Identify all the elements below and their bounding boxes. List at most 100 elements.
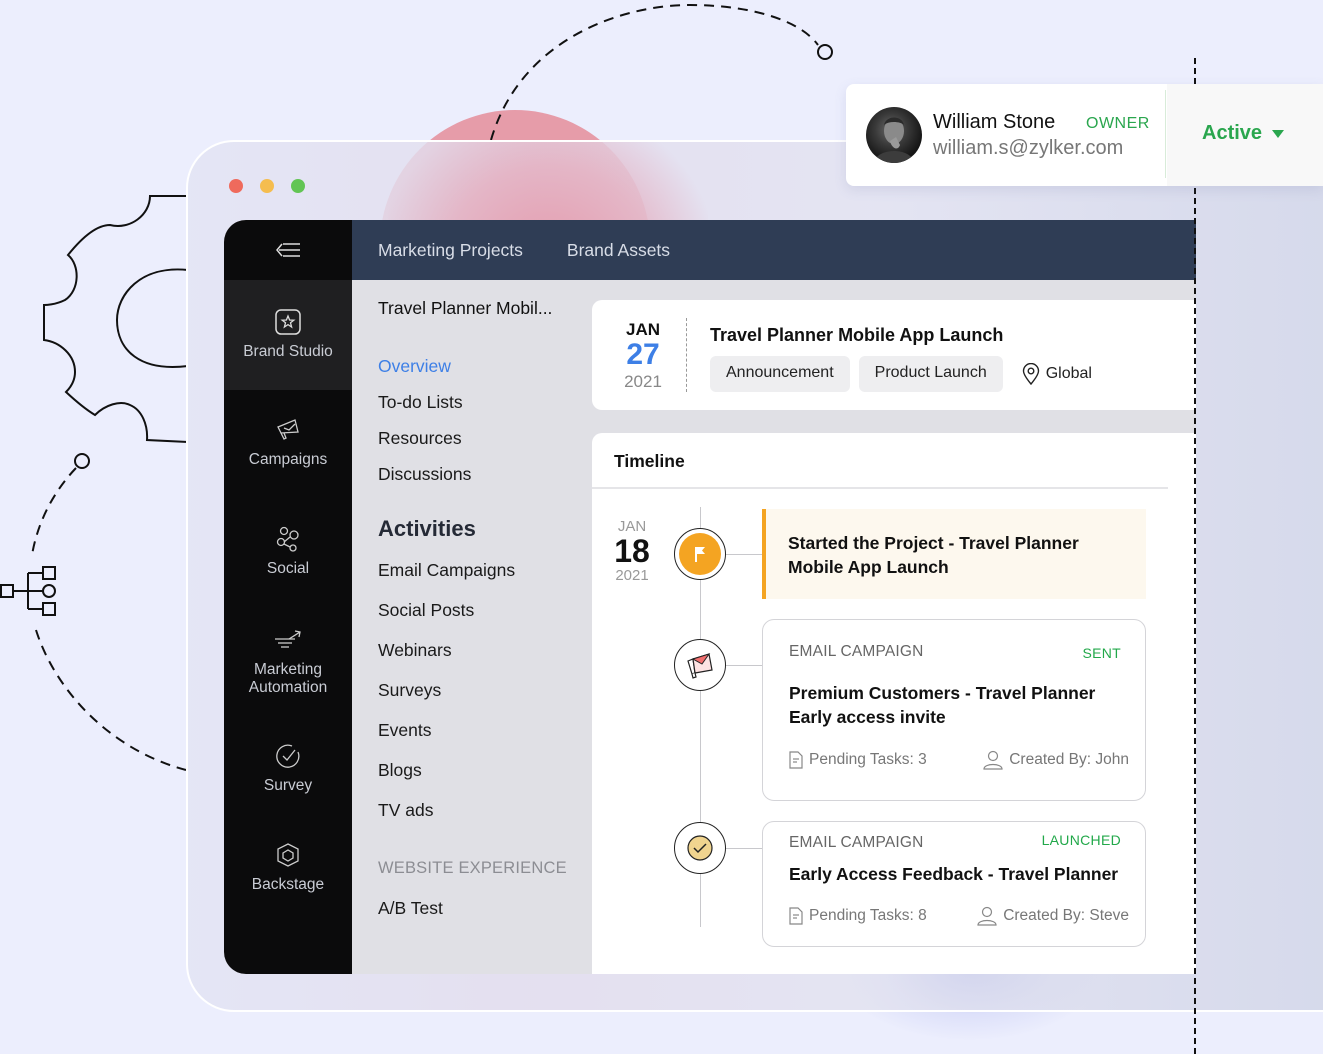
rail-item-label: Backstage: [251, 876, 325, 893]
project-name[interactable]: Travel Planner Mobil...: [378, 298, 592, 318]
subnav-item-events[interactable]: Events: [378, 710, 592, 750]
decorative-dashed-line: [1194, 58, 1196, 1054]
activities-heading: Activities: [378, 516, 476, 541]
user-icon: [983, 750, 1003, 770]
tag-product-launch[interactable]: Product Launch: [858, 356, 1003, 392]
rail-item-marketing-automation[interactable]: Marketing Automation: [224, 608, 352, 718]
campaign-meta: Pending Tasks: 3 Created By: John: [789, 750, 1129, 770]
owner-name: William Stone: [933, 111, 1056, 133]
project-title: Travel Planner Mobile App Launch: [710, 325, 1004, 345]
timeline-connector: [726, 848, 762, 849]
rail-toggle-button[interactable]: [224, 220, 352, 280]
timeline-date-day: 18: [614, 533, 650, 569]
owner-email: william.s@zylker.com: [933, 137, 1124, 159]
campaign-status-badge: SENT: [1082, 645, 1121, 661]
location-label: Global: [1045, 365, 1092, 382]
milestone-title-line2: Mobile App Launch: [788, 557, 949, 577]
window-minimize-button[interactable]: [260, 179, 274, 193]
subnav-item-ab-test[interactable]: A/B Test: [378, 888, 592, 928]
project-subnav: Travel Planner Mobil... Overview To-do L…: [352, 280, 592, 974]
project-detail: JAN 27 2021 Travel Planner Mobile App La…: [592, 280, 1196, 974]
tab-marketing-projects[interactable]: Marketing Projects: [378, 240, 523, 261]
timeline-node-milestone: [674, 528, 726, 580]
created-by: Created By: Steve: [977, 906, 1129, 926]
avatar: [866, 107, 922, 163]
subnav-item-social-posts[interactable]: Social Posts: [378, 590, 592, 630]
date-divider: [686, 318, 687, 392]
subnav-item-overview[interactable]: Overview: [378, 348, 592, 384]
rail-item-backstage[interactable]: Backstage: [224, 820, 352, 916]
subnav-item-tv-ads[interactable]: TV ads: [378, 790, 592, 830]
dashed-arc-left-upper: [31, 467, 77, 556]
campaign-title[interactable]: Early Access Feedback - Travel Planner: [789, 862, 1125, 886]
subnav-item-email-campaigns[interactable]: Email Campaigns: [378, 550, 592, 590]
rail-item-survey[interactable]: Survey: [224, 718, 352, 820]
check-badge-icon: [687, 835, 713, 861]
caret-down-icon: [1272, 129, 1285, 138]
timeline-date-year: 2021: [615, 567, 649, 584]
pending-tasks: Pending Tasks: 3: [789, 750, 927, 770]
rail-item-label: Survey: [263, 777, 313, 794]
timeline-card: Timeline JAN 18 2021 Started the Project…: [592, 433, 1196, 974]
subnav-item-blogs[interactable]: Blogs: [378, 750, 592, 790]
owner-card: William Stone OWNER william.s@zylker.com…: [846, 84, 1323, 186]
status-dropdown[interactable]: Active: [1202, 122, 1285, 145]
campaign-card[interactable]: EMAIL CAMPAIGN SENT Premium Customers - …: [762, 619, 1146, 801]
window-maximize-button[interactable]: [291, 179, 305, 193]
tag-announcement[interactable]: Announcement: [710, 356, 850, 392]
project-date-month: JAN: [625, 320, 660, 339]
rail-item-campaigns[interactable]: Campaigns: [224, 390, 352, 496]
rail-item-social[interactable]: Social: [224, 496, 352, 608]
collapse-menu-icon: [276, 243, 300, 257]
app-container: Brand Studio Campaigns Social Marketing …: [224, 220, 1196, 974]
hierarchy-icon: [0, 566, 56, 616]
subnav-item-surveys[interactable]: Surveys: [378, 670, 592, 710]
website-experience-heading: WEBSITE EXPERIENCE: [378, 859, 567, 877]
gear-hole: [115, 268, 189, 368]
project-date: JAN 27 2021: [610, 320, 676, 392]
subnav-item-todo-lists[interactable]: To-do Lists: [378, 384, 592, 420]
milestone-title-line1: Started the Project - Travel Planner: [788, 533, 1079, 553]
campaign-status-badge: LAUNCHED: [1041, 832, 1121, 848]
arc-end-circle-icon: [817, 44, 833, 60]
timeline-date: JAN 18 2021: [610, 518, 654, 584]
check-circle-icon: [276, 744, 300, 768]
status-label: Active: [1202, 122, 1263, 144]
rail-item-brand-studio[interactable]: Brand Studio: [224, 280, 352, 390]
timeline-divider: [592, 487, 1168, 489]
timeline-milestone-card[interactable]: Started the Project - Travel Planner Mob…: [762, 509, 1146, 599]
gear-icon: [43, 195, 189, 443]
timeline-title: Timeline: [614, 451, 685, 471]
campaign-type: EMAIL CAMPAIGN: [789, 834, 924, 851]
person-photo: [874, 117, 914, 163]
pending-tasks: Pending Tasks: 8: [789, 906, 927, 926]
campaign-meta: Pending Tasks: 8 Created By: Steve: [789, 906, 1129, 926]
subnav-item-webinars[interactable]: Webinars: [378, 630, 592, 670]
rail-item-label: Marketing Automation: [248, 661, 328, 696]
campaign-card[interactable]: EMAIL CAMPAIGN LAUNCHED Early Access Fee…: [762, 821, 1146, 947]
location-pin-icon: [1022, 363, 1039, 385]
share-nodes-icon: [276, 526, 299, 552]
campaign-type: EMAIL CAMPAIGN: [789, 643, 924, 660]
user-icon: [977, 906, 997, 926]
star-badge-icon: [275, 309, 301, 335]
project-date-day: 27: [626, 338, 660, 371]
campaign-title[interactable]: Premium Customers - Travel Planner Early…: [789, 681, 1125, 729]
project-tags: Announcement Product Launch Global: [710, 356, 1092, 392]
rail-item-label: Campaigns: [248, 451, 328, 468]
content-area: Travel Planner Mobil... Overview To-do L…: [352, 280, 1196, 974]
dashed-arc-left-lower: [35, 629, 187, 771]
subnav-item-discussions[interactable]: Discussions: [378, 456, 592, 492]
top-nav-bar: Marketing Projects Brand Assets: [352, 220, 1196, 280]
document-icon: [789, 751, 803, 769]
cube-icon: [277, 843, 299, 867]
tab-brand-assets[interactable]: Brand Assets: [567, 240, 670, 261]
window-close-button[interactable]: [229, 179, 243, 193]
project-date-year: 2021: [624, 372, 662, 391]
subnav-item-resources[interactable]: Resources: [378, 420, 592, 456]
timeline-connector: [726, 665, 762, 666]
rail-item-label: Social: [266, 560, 310, 577]
project-header-card: JAN 27 2021 Travel Planner Mobile App La…: [592, 300, 1196, 410]
created-by: Created By: John: [983, 750, 1129, 770]
project-location: Global: [1022, 363, 1092, 385]
